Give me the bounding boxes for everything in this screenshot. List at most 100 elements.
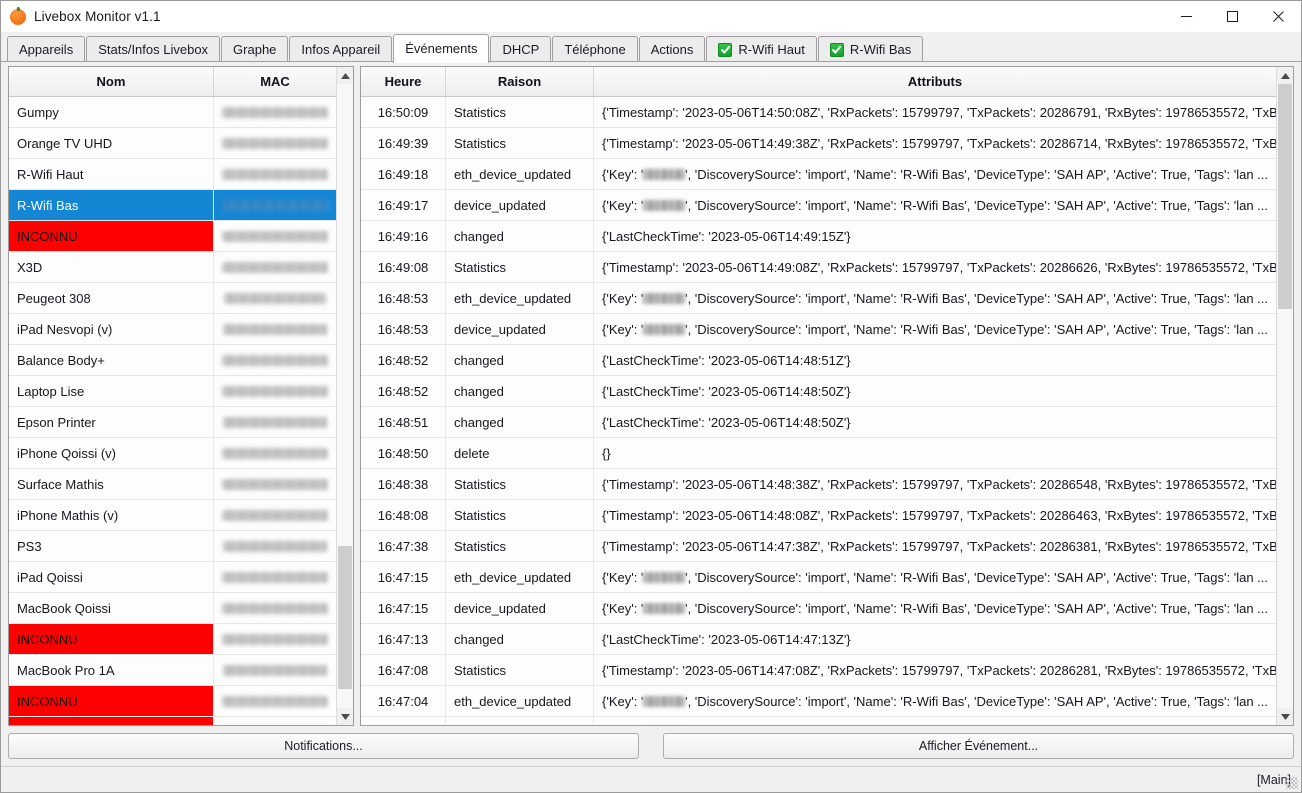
tab-label: DHCP [502,42,540,57]
device-mac-cell [214,221,336,251]
devices-scroll-up-icon[interactable] [337,67,353,84]
event-time-cell: 16:48:08 [361,500,446,530]
device-row[interactable]: Peugeot 308 [9,283,336,314]
devices-scrollbar[interactable] [336,67,353,725]
tab-actions[interactable]: Actions [638,36,706,62]
event-row[interactable]: 16:49:08 Statistics {'Timestamp': '2023-05… [361,252,1276,283]
device-name-cell: Orange TV UHD [9,128,214,158]
device-mac-cell [214,469,336,499]
device-name-cell: MacBook Qoissi [9,593,214,623]
event-row[interactable]: 16:48:08 Statistics {'Timestamp': '2023-05… [361,500,1276,531]
event-row[interactable]: 16:47:15 device_updated {'Key': ' ', 'Disco… [361,593,1276,624]
event-reason-cell: device_updated [446,314,594,344]
event-attributes-suffix: ', 'DiscoverySource': 'import', 'Name': … [685,693,1268,709]
device-row[interactable]: R-Wifi Haut [9,159,336,190]
events-scroll-up-icon[interactable] [1277,67,1293,84]
event-row[interactable]: 16:47:13 changed {'LastCheckTime': '2023-0… [361,624,1276,655]
event-row[interactable]: 16:48:53 device_updated {'Key': ' ', 'Disco… [361,314,1276,345]
event-row[interactable]: 16:49:16 changed {'LastCheckTime': '2023-0… [361,221,1276,252]
event-row[interactable]: 16:47:04 eth_device_updated {'Key': ' ', 'D… [361,686,1276,717]
event-row[interactable]: 16:48:38 Statistics {'Timestamp': '2023-05… [361,469,1276,500]
tab-t-l-phone[interactable]: Téléphone [552,36,638,62]
device-row[interactable]: Gumpy [9,97,336,128]
event-row[interactable]: 16:48:50 delete {} [361,438,1276,469]
events-scrollbar[interactable] [1276,67,1293,725]
event-row[interactable]: 16:49:17 device_updated {'Key': ' ', 'Disco… [361,190,1276,221]
device-row[interactable]: iPhone Mathis (v) [9,500,336,531]
tab-r-wifi-haut[interactable]: R-Wifi Haut [706,36,817,62]
event-reason-cell: changed [446,345,594,375]
event-row[interactable]: 16:50:09 Statistics {'Timestamp': '2023-05… [361,97,1276,128]
device-row[interactable]: Epson Printer [9,407,336,438]
devices-header-mac[interactable]: MAC [214,67,336,96]
event-row[interactable]: 16:48:53 eth_device_updated {'Key': ' ', 'D… [361,283,1276,314]
devices-pane: Nom MAC Gumpy Orange TV UHD R-Wifi Haut R-W… [8,66,354,726]
events-scroll-track[interactable] [1277,84,1293,708]
device-row[interactable]: INCONNU [9,717,336,725]
event-reason-cell: Statistics [446,531,594,561]
show-event-button[interactable]: Afficher Événement... [663,733,1294,759]
event-row[interactable]: 16:49:39 Statistics {'Timestamp': '2023-05… [361,128,1276,159]
device-row[interactable]: MacBook Pro 1A [9,655,336,686]
event-row[interactable]: 16:48:52 changed {'LastCheckTime': '2023-0… [361,345,1276,376]
tab-label: R-Wifi Haut [738,42,805,57]
events-header-heure[interactable]: Heure [361,67,446,96]
device-row[interactable]: Laptop Lise [9,376,336,407]
tab-infos-appareil[interactable]: Infos Appareil [289,36,393,62]
device-row[interactable]: iPhone Qoissi (v) [9,438,336,469]
device-row[interactable]: PS3 [9,531,336,562]
event-attributes-suffix: ', 'DiscoverySource': 'import', 'Name': … [685,290,1268,306]
device-row[interactable]: R-Wifi Bas [9,190,336,221]
orange-circle-icon [10,8,26,25]
tab-stats-infos-livebox[interactable]: Stats/Infos Livebox [86,36,221,62]
event-reason-cell: device_updated [446,717,594,725]
devices-scroll-track[interactable] [337,84,353,708]
tab-v-nements[interactable]: Événements [393,34,490,63]
event-row[interactable]: 16:49:18 eth_device_updated {'Key': ' ', 'D… [361,159,1276,190]
event-attributes-cell: {'Timestamp': '2023-05-06T14:48:38Z', 'R… [602,476,1276,492]
device-row[interactable]: X3D [9,252,336,283]
tab-appareils[interactable]: Appareils [7,36,86,62]
device-row[interactable]: MacBook Qoissi [9,593,336,624]
devices-scroll-thumb[interactable] [338,545,352,690]
events-scroll-down-icon[interactable] [1277,708,1293,725]
event-attributes-cell: {'Key': ' ', 'DiscoverySource': 'import',… [594,686,1276,716]
events-header-raison[interactable]: Raison [446,67,594,96]
event-attributes-cell: {'Timestamp': '2023-05-06T14:49:38Z', 'R… [602,135,1276,151]
device-row[interactable]: INCONNU [9,221,336,252]
events-header-attributs[interactable]: Attributs [594,67,1276,96]
event-row[interactable]: 16:48:52 changed {'LastCheckTime': '2023-0… [361,376,1276,407]
event-row[interactable]: 16:47:38 Statistics {'Timestamp': '2023-05… [361,531,1276,562]
event-attributes-prefix: {'Key': ' [602,321,644,337]
device-row[interactable]: INCONNU [9,624,336,655]
device-row[interactable]: Orange TV UHD [9,128,336,159]
maximize-button[interactable] [1209,1,1255,32]
device-row[interactable]: iPad Qoissi [9,562,336,593]
event-attributes-suffix: ', 'DiscoverySource': 'import', 'Name': … [685,166,1268,182]
event-row[interactable]: 16:47:04device_updated {'Key': ' ', 'Disco… [361,717,1276,725]
device-row[interactable]: INCONNU [9,686,336,717]
event-row[interactable]: 16:47:08 Statistics {'Timestamp': '2023-05… [361,655,1276,686]
events-scroll-thumb[interactable] [1278,84,1292,309]
tab-r-wifi-bas[interactable]: R-Wifi Bas [817,36,924,62]
event-row[interactable]: 16:48:51 changed {'LastCheckTime': '2023-0… [361,407,1276,438]
event-attributes-prefix: {'Key': ' [602,166,644,182]
device-row[interactable]: iPad Nesvopi (v) [9,314,336,345]
event-attributes-cell: {'Key': ' ', 'DiscoverySource': 'import',… [594,314,1276,344]
event-time-cell: 16:49:39 [361,128,446,158]
close-button[interactable] [1255,1,1301,32]
device-row[interactable]: Balance Body+ [9,345,336,376]
redacted-key-icon [643,168,686,180]
device-name-cell: Balance Body+ [9,345,214,375]
tab-dhcp[interactable]: DHCP [490,36,552,62]
minimize-button[interactable] [1163,1,1209,32]
tab-graphe[interactable]: Graphe [221,36,289,62]
event-row[interactable]: 16:47:15 eth_device_updated {'Key': ' ', 'D… [361,562,1276,593]
devices-scroll-down-icon[interactable] [337,708,353,725]
device-row[interactable]: Surface Mathis [9,469,336,500]
notifications-button[interactable]: Notifications... [8,733,639,759]
event-attributes-suffix: ', 'DiscoverySource': 'import', 'Name': … [685,725,1268,726]
event-reason-cell: Statistics [446,655,594,685]
resize-grip[interactable] [1286,777,1298,789]
devices-header-nom[interactable]: Nom [9,67,214,96]
